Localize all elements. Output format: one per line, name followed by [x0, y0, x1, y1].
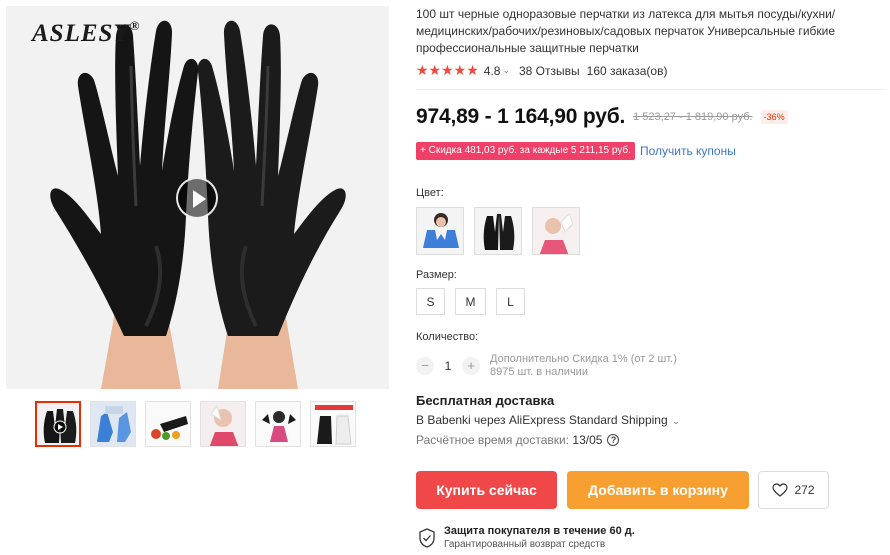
wishlist-count: 272	[794, 483, 815, 497]
decrease-quantity-button[interactable]: −	[416, 357, 434, 375]
size-option-l[interactable]: L	[496, 288, 525, 315]
thumb-blue-gloves[interactable]	[90, 401, 136, 447]
shield-check-icon	[419, 528, 435, 548]
coupon-row: + Скидка 481,03 руб. за каждые 5 211,15 …	[416, 142, 736, 160]
white-gloves-thumbnail-icon	[201, 402, 245, 446]
color-option-black[interactable]	[474, 207, 522, 255]
quantity-note: Дополнительно Скидка 1% (от 2 шт.) 8975 …	[490, 353, 677, 379]
color-options	[416, 207, 580, 255]
black-white-gloves-thumbnail-icon	[311, 402, 355, 446]
size-label: Размер:	[416, 269, 457, 281]
black-gloves-swatch-icon	[475, 208, 521, 254]
kitchen-gloves-thumbnail-icon	[146, 402, 190, 446]
price-row: 974,89 - 1 164,90 руб. 1 523,27 - 1 819,…	[416, 105, 788, 129]
divider	[416, 89, 886, 90]
blue-gloves-swatch-icon	[417, 208, 463, 254]
help-icon[interactable]: ?	[607, 434, 620, 446]
color-option-blue[interactable]	[416, 207, 464, 255]
thumb-gloves-model[interactable]	[255, 401, 301, 447]
thumbnail-strip	[35, 401, 356, 447]
old-price: 1 523,27 - 1 819,90 руб.	[633, 111, 753, 123]
wishlist-button[interactable]: 272	[758, 471, 829, 509]
quantity-value[interactable]: 1	[434, 359, 462, 373]
get-coupons-link[interactable]: Получить купоны	[640, 144, 736, 158]
black-gloves-thumbnail-icon	[37, 403, 79, 445]
protection-title: Защита покупателя в течение 60 д.	[444, 525, 635, 537]
action-buttons: Купить сейчас Добавить в корзину 272	[416, 471, 829, 509]
protection-subtitle: Гарантированный возврат средств	[444, 539, 606, 550]
color-option-white[interactable]	[532, 207, 580, 255]
heart-icon	[772, 483, 789, 497]
increase-quantity-button[interactable]: +	[462, 357, 480, 375]
play-icon	[193, 190, 206, 208]
orders-count: 160 заказа(ов)	[586, 63, 668, 78]
add-to-cart-button[interactable]: Добавить в корзину	[567, 471, 749, 509]
shipping-method-selector[interactable]: В Babenki через AliExpress Standard Ship…	[416, 413, 680, 427]
coupon-badge: + Скидка 481,03 руб. за каждые 5 211,15 …	[416, 142, 635, 160]
gloves-model-thumbnail-icon	[256, 402, 300, 446]
extra-discount-note: Дополнительно Скидка 1% (от 2 шт.)	[490, 353, 677, 365]
product-title: 100 шт черные одноразовые перчатки из ла…	[416, 7, 836, 55]
thumb-black-white-gloves[interactable]	[310, 401, 356, 447]
size-option-s[interactable]: S	[416, 288, 445, 315]
size-option-m[interactable]: M	[455, 288, 486, 315]
rating-stars-icon: ★★★★★	[416, 62, 479, 78]
rating-value[interactable]: 4.8	[484, 64, 501, 78]
reviews-link[interactable]: 38 Отзывы	[519, 64, 580, 78]
blue-gloves-thumbnail-icon	[91, 402, 135, 446]
buy-now-button[interactable]: Купить сейчас	[416, 471, 557, 509]
discount-badge: -36%	[760, 110, 788, 124]
current-price: 974,89 - 1 164,90 руб.	[416, 105, 626, 128]
quantity-label: Количество:	[416, 331, 479, 343]
color-label: Цвет:	[416, 187, 444, 199]
delivery-time-value: 13/05	[572, 433, 603, 447]
play-video-button[interactable]	[176, 177, 218, 219]
white-gloves-swatch-icon	[533, 208, 579, 254]
delivery-time: Расчётное время доставки: 13/05 ?	[416, 433, 620, 447]
shipping-method-text: В Babenki через AliExpress Standard Ship…	[416, 413, 668, 427]
stock-note: 8975 шт. в наличии	[490, 366, 588, 378]
delivery-time-label: Расчётное время доставки:	[416, 433, 570, 447]
thumb-white-gloves[interactable]	[200, 401, 246, 447]
chevron-down-icon[interactable]: ⌄	[502, 65, 510, 76]
thumb-kitchen-gloves[interactable]	[145, 401, 191, 447]
rating-row: ★★★★★ 4.8 ⌄ 38 Отзывы 160 заказа(ов)	[416, 62, 667, 79]
shipping-title: Бесплатная доставка	[416, 393, 555, 408]
size-options: S M L	[416, 288, 525, 315]
buyer-protection: Защита покупателя в течение 60 д. Гарант…	[418, 525, 635, 551]
chevron-down-icon: ⌄	[669, 416, 680, 426]
thumb-black-gloves-video[interactable]	[35, 401, 81, 447]
main-product-image[interactable]: ASLESY®	[6, 6, 389, 389]
brand-logo: ASLESY®	[32, 18, 141, 47]
quantity-stepper: − 1 + Дополнительно Скидка 1% (от 2 шт.)…	[416, 353, 677, 379]
